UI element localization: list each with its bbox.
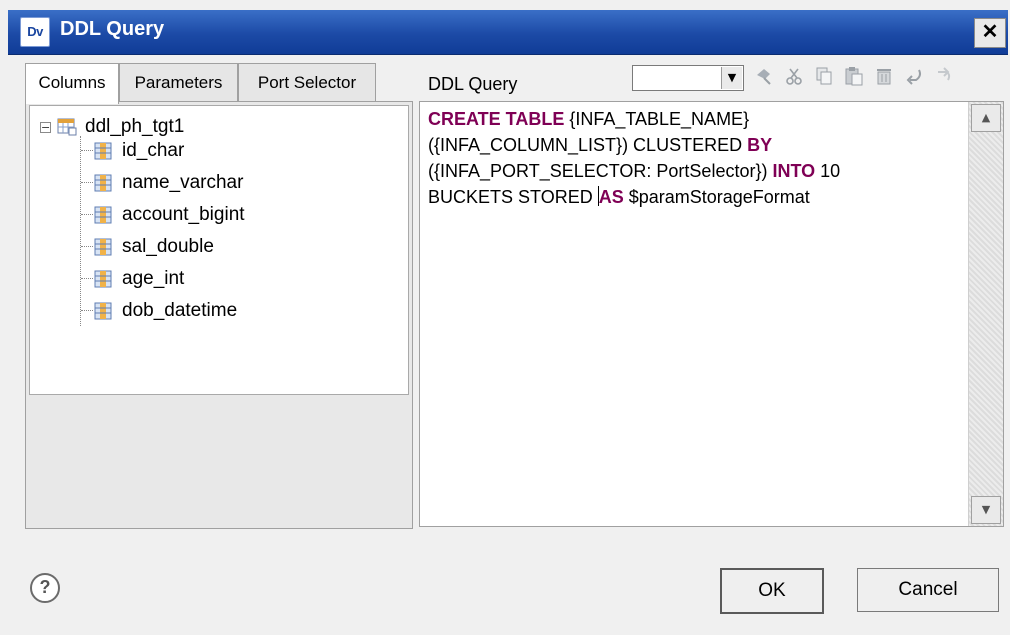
tree-item-column[interactable]: name_varchar xyxy=(94,168,243,198)
column-label: name_varchar xyxy=(122,172,244,193)
scroll-down-button[interactable]: ▼ xyxy=(971,496,1001,524)
column-icon xyxy=(94,238,112,256)
paste-icon[interactable] xyxy=(844,66,864,88)
app-logo-icon: Dv xyxy=(20,17,50,47)
column-icon xyxy=(94,302,112,320)
ok-button[interactable]: OK xyxy=(720,568,824,614)
sql-keyword: INTO xyxy=(772,161,816,181)
sql-keyword: AS xyxy=(598,187,624,207)
cancel-button[interactable]: Cancel xyxy=(857,568,999,612)
editor-toolbar xyxy=(754,66,954,88)
window-title: DDL Query xyxy=(60,18,165,40)
column-icon xyxy=(94,174,112,192)
column-label: account_bigint xyxy=(122,204,245,225)
column-label: dob_datetime xyxy=(122,300,238,321)
redo-icon[interactable] xyxy=(934,66,954,88)
left-panel: Columns Parameters Port Selector − ddl_p… xyxy=(25,63,413,529)
tab-content-columns: − ddl_ph_tgt1 id_char name_varchar accou… xyxy=(25,101,413,529)
vertical-scrollbar[interactable]: ▲ ▼ xyxy=(968,102,1003,526)
copy-icon[interactable] xyxy=(814,66,834,88)
column-icon xyxy=(94,206,112,224)
pin-icon[interactable] xyxy=(754,66,774,88)
title-bar[interactable]: Dv DDL Query ✕ xyxy=(8,10,1008,55)
scroll-up-button[interactable]: ▲ xyxy=(971,104,1001,132)
tab-port-selector[interactable]: Port Selector xyxy=(238,63,376,102)
sql-keyword: CREATE TABLE xyxy=(428,109,565,129)
tree-connector xyxy=(81,246,93,247)
tree-item-column[interactable]: dob_datetime xyxy=(94,296,237,326)
tab-columns[interactable]: Columns xyxy=(25,63,119,104)
tree-item-column[interactable]: sal_double xyxy=(94,232,214,262)
tree-item-column[interactable]: id_char xyxy=(94,136,184,166)
tree-connector xyxy=(81,214,93,215)
column-label: id_char xyxy=(122,140,185,161)
ddl-code-text[interactable]: CREATE TABLE {INFA_TABLE_NAME} ({INFA_CO… xyxy=(428,106,968,210)
ddl-query-dialog: Dv DDL Query ✕ Columns Parameters Port S… xyxy=(0,0,1010,635)
column-label: sal_double xyxy=(122,236,214,257)
sql-text: ({INFA_PORT_SELECTOR: PortSelector}) xyxy=(428,161,768,181)
tree-connector xyxy=(81,310,93,311)
tree-connector xyxy=(81,182,93,183)
close-button[interactable]: ✕ xyxy=(974,18,1006,48)
ddl-query-editor[interactable]: CREATE TABLE {INFA_TABLE_NAME} ({INFA_CO… xyxy=(419,101,1004,527)
undo-icon[interactable] xyxy=(904,66,924,88)
column-label: age_int xyxy=(122,268,185,289)
column-icon xyxy=(94,142,112,160)
chevron-down-icon[interactable]: ▼ xyxy=(721,67,742,89)
sql-text: $paramStorageFormat xyxy=(623,187,810,207)
tree-connector xyxy=(81,150,93,151)
tab-parameters[interactable]: Parameters xyxy=(119,63,238,102)
insert-dropdown[interactable]: ▼ xyxy=(632,65,744,91)
sql-keyword: BY xyxy=(747,135,773,155)
help-icon[interactable]: ? xyxy=(30,573,60,603)
tree-item-column[interactable]: age_int xyxy=(94,264,184,294)
tab-bar: Columns Parameters Port Selector xyxy=(25,63,413,104)
tree-connector xyxy=(80,136,81,326)
delete-icon[interactable] xyxy=(874,66,894,88)
tree-item-column[interactable]: account_bigint xyxy=(94,200,245,230)
collapse-toggle-icon[interactable]: − xyxy=(40,121,51,133)
column-icon xyxy=(94,270,112,288)
table-icon xyxy=(57,118,77,136)
editor-title: DDL Query xyxy=(428,74,518,94)
tree-connector xyxy=(81,278,93,279)
cut-icon[interactable] xyxy=(784,66,804,88)
column-tree[interactable]: − ddl_ph_tgt1 id_char name_varchar accou… xyxy=(29,105,409,395)
